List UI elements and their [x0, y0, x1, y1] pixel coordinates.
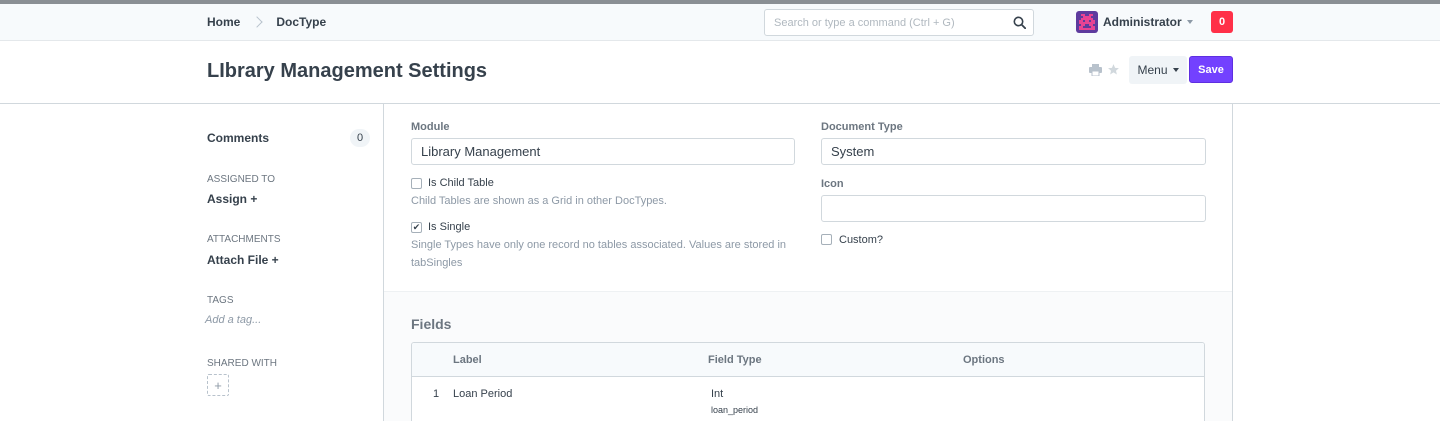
caret-down-icon	[1172, 68, 1179, 72]
save-button[interactable]: Save	[1189, 56, 1233, 83]
breadcrumb-home[interactable]: Home	[207, 15, 240, 29]
is-child-table-checkbox[interactable]	[411, 178, 422, 189]
add-share-button[interactable]: +	[207, 374, 229, 396]
caret-down-icon	[1186, 20, 1193, 24]
notification-badge[interactable]: 0	[1211, 11, 1233, 33]
menu-button-label: Menu	[1137, 63, 1168, 77]
add-tag-input[interactable]: Add a tag...	[205, 314, 261, 326]
breadcrumb: Home DocType	[207, 15, 326, 29]
grid-column-label: Label	[453, 354, 482, 366]
attach-file-button[interactable]: Attach File +	[207, 253, 279, 267]
document-type-field[interactable]	[821, 138, 1206, 165]
attachments-label: ATTACHMENTS	[207, 234, 281, 245]
custom-checkbox[interactable]	[821, 234, 832, 245]
print-icon[interactable]	[1089, 64, 1102, 76]
icon-label: Icon	[821, 178, 844, 190]
assigned-to-label: ASSIGNED TO	[207, 174, 275, 185]
tags-label: TAGS	[207, 295, 234, 306]
module-field[interactable]	[411, 138, 795, 165]
user-name[interactable]: Administrator	[1103, 15, 1182, 29]
assign-button[interactable]: Assign +	[207, 192, 257, 206]
search-box[interactable]	[764, 9, 1034, 36]
form-section-main: Module Is Child Table Child Tables are s…	[384, 104, 1232, 291]
module-label: Module	[411, 121, 450, 133]
is-single-help-line1: Single Types have only one record no tab…	[411, 239, 787, 251]
avatar	[1076, 11, 1098, 33]
fields-section-title: Fields	[411, 316, 452, 332]
avatar-icon	[1079, 14, 1095, 30]
page-title: LIbrary Management Settings	[207, 60, 488, 82]
is-child-table-label: Is Child Table	[428, 177, 494, 189]
is-single-label: Is Single	[428, 221, 471, 233]
grid-column-field-type: Field Type	[708, 354, 762, 366]
comments-count-badge: 0	[350, 129, 370, 147]
user-menu[interactable]: Administrator	[1076, 11, 1193, 33]
grid-row-index: 1	[433, 388, 440, 400]
breadcrumb-doctype[interactable]: DocType	[276, 15, 326, 29]
grid-header: Label Field Type Options	[412, 343, 1204, 377]
grid-cell-label[interactable]: Loan Period	[453, 388, 512, 400]
top-navbar: Home DocType Administrator 0	[0, 0, 1440, 41]
grid-cell-field-name: loan_period	[711, 405, 759, 415]
menu-button[interactable]: Menu	[1129, 56, 1187, 84]
custom-label: Custom?	[839, 234, 884, 246]
form-body: Module Is Child Table Child Tables are s…	[383, 104, 1233, 421]
document-type-label: Document Type	[821, 121, 903, 133]
sidebar-comments[interactable]: Comments	[207, 131, 269, 145]
shared-with-label: SHARED WITH	[207, 358, 277, 369]
is-single-help-line2: tabSingles	[411, 257, 463, 269]
chevron-right-icon	[251, 16, 264, 28]
search-icon[interactable]	[1013, 16, 1026, 29]
grid-column-options: Options	[963, 354, 1005, 366]
fields-section: Fields Label Field Type Options 1 Loan P…	[384, 291, 1232, 421]
fields-grid: Label Field Type Options 1 Loan Period I…	[411, 342, 1205, 421]
is-child-table-help: Child Tables are shown as a Grid in othe…	[411, 195, 667, 207]
is-single-checkbox[interactable]: ✔	[411, 222, 422, 233]
search-input[interactable]	[765, 10, 1005, 35]
grid-cell-field-type[interactable]: Int	[711, 388, 723, 400]
icon-field[interactable]	[821, 195, 1206, 222]
star-icon[interactable]	[1107, 63, 1120, 76]
page-header: LIbrary Management Settings Menu Save	[0, 41, 1440, 104]
